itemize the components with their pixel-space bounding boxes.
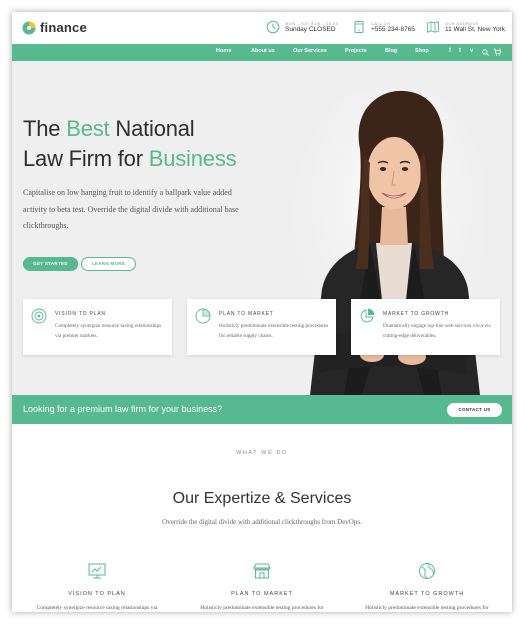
service-title: VISION TO PLAN (68, 591, 126, 597)
cta-band: Looking for a premium law firm for your … (12, 395, 512, 424)
feature-card[interactable]: PLAN TO MARKET Holisticly predominate ex… (187, 299, 336, 355)
learn-more-button[interactable]: LEARN MORE (81, 257, 136, 271)
card-text: Completely synergize resource taxing rel… (55, 323, 162, 339)
service-item[interactable]: VISION TO PLAN Completely synergize reso… (12, 561, 182, 611)
card-text: Dramatically engage top-line web service… (383, 323, 491, 339)
nav-item-shop[interactable]: Shop (415, 48, 429, 54)
address-info: OUR ADDRESS 11 Wall St, New York (426, 20, 505, 34)
hero-title-accent: Best (66, 116, 110, 141)
target-icon (31, 308, 47, 324)
phone-info: CALL US +555 234-8765 (352, 20, 415, 34)
card-title: MARKET TO GROWTH (383, 311, 449, 317)
globe-icon (419, 563, 435, 579)
hours-label: MON – SAT 8.00 – 18.00 (285, 20, 339, 26)
vimeo-icon[interactable]: v (470, 48, 473, 54)
top-bar: finance MON – SAT 8.00 – 18.00 Sunday CL… (12, 12, 512, 44)
services-title: Our Expertize & Services (172, 490, 352, 507)
main-nav: Home About us Our Services Projects Blog… (12, 44, 512, 61)
hero-title: The Best National Law Firm for Business (23, 114, 237, 174)
hero-title-part: The (23, 116, 67, 141)
logo[interactable]: finance (22, 20, 87, 35)
card-title: VISION TO PLAN (55, 311, 106, 317)
service-title: MARKET TO GROWTH (389, 591, 465, 597)
nav-item-home[interactable]: Home (216, 48, 231, 54)
cart-icon[interactable] (493, 48, 501, 56)
hero-section: The Best National Law Firm for Business … (12, 61, 512, 395)
nav-item-projects[interactable]: Projects (345, 48, 367, 54)
presentation-icon (88, 563, 106, 579)
address-value: 11 Wall St, New York (445, 25, 505, 33)
hero-title-part: Law Firm for (23, 146, 149, 171)
service-text: Holisticly predominate extensible testin… (365, 605, 489, 611)
get-started-button[interactable]: GET STARTED (23, 257, 78, 271)
store-icon (253, 563, 271, 579)
cta-text: Looking for a premium law firm for your … (23, 404, 223, 414)
service-title: PLAN TO MARKET (231, 591, 293, 597)
hours-info: MON – SAT 8.00 – 18.00 Sunday CLOSED (266, 20, 338, 34)
hero-title-accent: Business (148, 146, 237, 171)
feature-card[interactable]: VISION TO PLAN Completely synergize reso… (23, 299, 172, 355)
browser-page: finance MON – SAT 8.00 – 18.00 Sunday CL… (12, 12, 512, 612)
search-icon[interactable] (482, 49, 489, 56)
phone-icon (354, 21, 364, 33)
twitter-icon[interactable]: t (459, 48, 461, 54)
nav-item-about[interactable]: About us (251, 48, 275, 54)
hero-subtitle: Capitalise on low hanging fruit to ident… (23, 188, 239, 230)
phone-value[interactable]: +555 234-8765 (371, 26, 415, 34)
service-item[interactable]: MARKET TO GROWTH Holisticly predominate … (342, 561, 512, 611)
pie-icon (360, 308, 375, 323)
map-icon (427, 21, 439, 33)
hero-title-part: National (109, 116, 195, 141)
hours-value: Sunday CLOSED (285, 25, 336, 33)
chart-icon (195, 308, 211, 324)
nav-item-services[interactable]: Our Services (293, 48, 327, 54)
contact-us-button[interactable]: CONTACT US (447, 403, 502, 417)
card-title: PLAN TO MARKET (219, 311, 274, 317)
services-eyebrow: WHAT WE DO (236, 450, 288, 456)
services-subtitle: Override the digital divide with additio… (162, 518, 362, 526)
logo-icon (22, 21, 36, 34)
service-text: Holisticly predominate extensible testin… (200, 605, 324, 611)
clock-icon (266, 20, 280, 34)
facebook-icon[interactable]: f (449, 48, 451, 54)
card-text: Holisticly predominate extensible testin… (219, 323, 329, 339)
nav-item-blog[interactable]: Blog (385, 48, 397, 54)
feature-card[interactable]: MARKET TO GROWTH Dramatically engage top… (351, 299, 500, 355)
service-text: Completely synergize resource taxing rel… (36, 605, 158, 611)
logo-text: finance (40, 20, 87, 35)
service-item[interactable]: PLAN TO MARKET Holisticly predominate ex… (177, 561, 347, 611)
